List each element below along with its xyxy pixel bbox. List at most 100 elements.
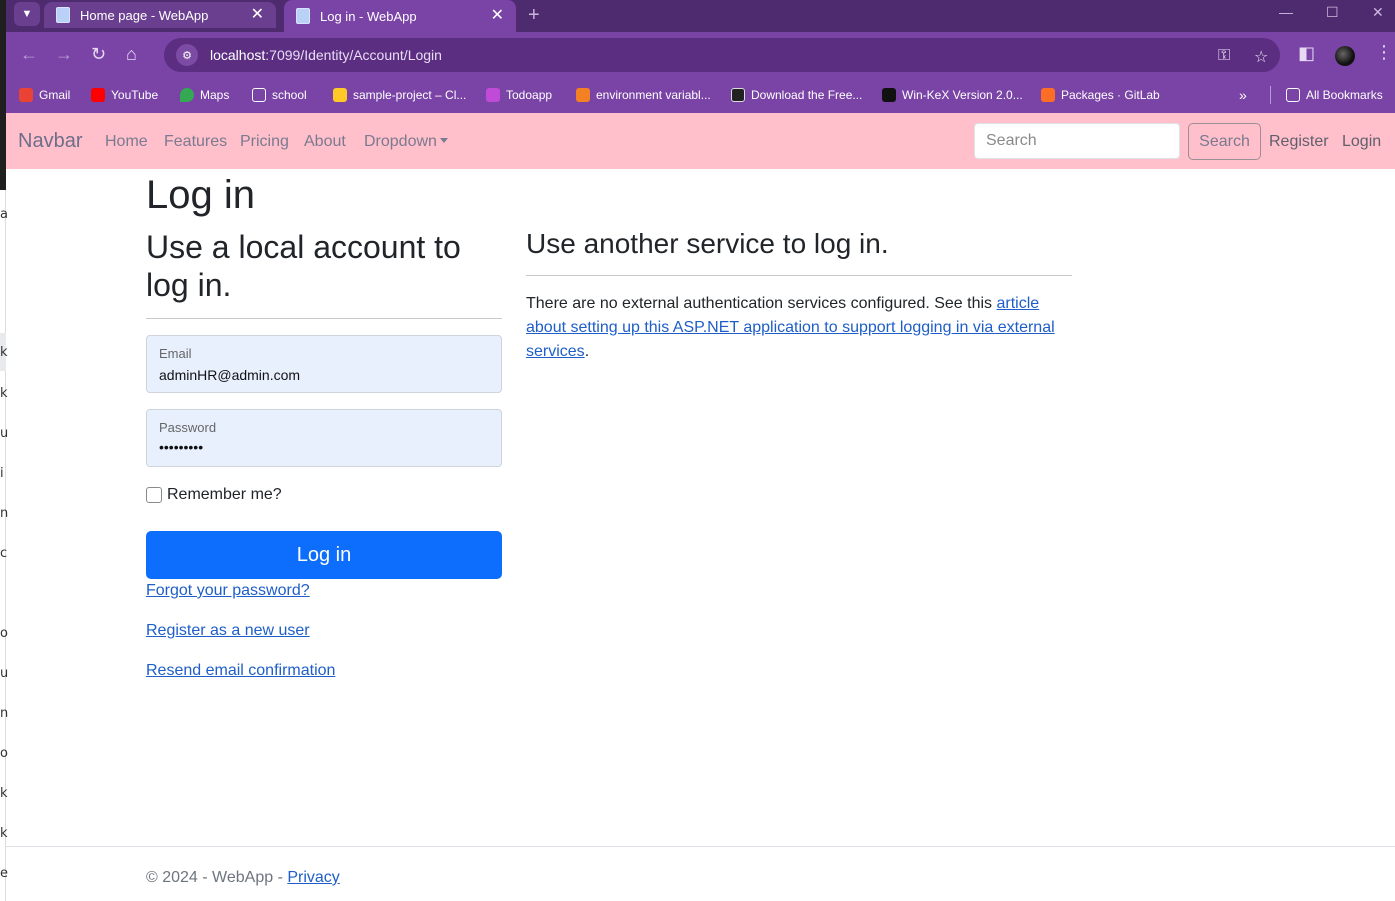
bookmark-stackoverflow[interactable]: environment variabl... bbox=[576, 84, 711, 106]
bookmark-label: environment variabl... bbox=[596, 88, 711, 102]
tab-close-icon[interactable]: ✕ bbox=[251, 7, 264, 23]
external-divider bbox=[526, 275, 1072, 276]
background-window-glyph: a bbox=[0, 207, 8, 222]
footer-text: © 2024 - WebApp - bbox=[146, 869, 288, 886]
privacy-link[interactable]: Privacy bbox=[287, 869, 339, 886]
page-favicon-icon bbox=[56, 7, 70, 23]
bookmark-label: Win-KeX Version 2.0... bbox=[902, 88, 1023, 102]
password-key-icon[interactable]: ⚿ bbox=[1218, 47, 1230, 65]
email-value[interactable]: adminHR@admin.com bbox=[159, 367, 300, 383]
bookmark-label: Todoapp bbox=[506, 88, 553, 102]
bookmark-todoapp[interactable]: Todoapp bbox=[486, 84, 552, 106]
background-window-glyph: o bbox=[0, 626, 8, 641]
bookmark-download[interactable]: Download the Free... bbox=[731, 84, 862, 106]
password-value[interactable]: ••••••••• bbox=[159, 439, 203, 455]
side-panel-icon[interactable]: ◧ bbox=[1298, 43, 1315, 64]
background-window-glyph: n bbox=[0, 506, 9, 521]
background-window-glyph: k bbox=[0, 826, 8, 841]
footer: © 2024 - WebApp - Privacy bbox=[146, 869, 340, 887]
profile-avatar[interactable] bbox=[1335, 46, 1355, 66]
folder-icon bbox=[1286, 88, 1300, 102]
background-window-glyph: i bbox=[0, 466, 4, 481]
tab-search-chevron-icon[interactable]: ▼ bbox=[14, 2, 40, 26]
tab-title: Home page - WebApp bbox=[80, 7, 209, 23]
bookmark-maps[interactable]: Maps bbox=[180, 84, 229, 106]
url-path: :7099/Identity/Account/Login bbox=[265, 47, 442, 63]
maps-icon bbox=[180, 88, 194, 102]
stackoverflow-icon bbox=[576, 88, 590, 102]
browser-tab-home[interactable]: Home page - WebApp ✕ bbox=[44, 2, 276, 28]
tab-title: Log in - WebApp bbox=[320, 8, 417, 24]
external-service-heading: Use another service to log in. bbox=[526, 228, 889, 259]
bookmark-youtube[interactable]: YouTube bbox=[91, 84, 158, 106]
home-icon[interactable]: ⌂ bbox=[126, 44, 137, 65]
background-window-glyph: n bbox=[0, 706, 9, 721]
bookmark-gmail[interactable]: Gmail bbox=[19, 84, 70, 106]
nav-link-pricing[interactable]: Pricing bbox=[240, 133, 289, 151]
background-window-glyph: c bbox=[0, 546, 8, 561]
nav-link-about[interactable]: About bbox=[304, 133, 346, 151]
site-info-icon[interactable]: ⚙ bbox=[176, 44, 198, 66]
folder-icon bbox=[252, 88, 266, 102]
window-close-icon[interactable]: ✕ bbox=[1372, 4, 1384, 21]
search-button[interactable]: Search bbox=[1188, 123, 1261, 160]
bookmarks-overflow-icon[interactable]: » bbox=[1239, 84, 1247, 106]
kali-icon bbox=[882, 88, 896, 102]
all-bookmarks-label: All Bookmarks bbox=[1306, 88, 1383, 102]
reload-icon[interactable]: ↻ bbox=[91, 44, 106, 65]
bookmark-label: Maps bbox=[200, 88, 230, 102]
new-tab-plus-icon[interactable]: + bbox=[528, 4, 540, 27]
login-submit-button[interactable]: Log in bbox=[146, 531, 502, 579]
forgot-password-link[interactable]: Forgot your password? bbox=[146, 582, 310, 600]
youtube-icon bbox=[91, 88, 105, 102]
nav-link-home[interactable]: Home bbox=[105, 133, 148, 151]
eye-icon bbox=[731, 88, 745, 102]
bookmark-firebase[interactable]: sample-project – Cl... bbox=[333, 84, 466, 106]
resend-confirmation-link[interactable]: Resend email confirmation bbox=[146, 662, 335, 680]
bookmark-star-icon[interactable]: ☆ bbox=[1254, 47, 1268, 67]
bookmark-label: Download the Free... bbox=[751, 88, 863, 102]
local-divider bbox=[146, 318, 502, 319]
register-link[interactable]: Register bbox=[1269, 133, 1329, 151]
nav-link-features[interactable]: Features bbox=[164, 133, 227, 151]
forward-arrow-icon[interactable]: → bbox=[55, 44, 73, 65]
gitlab-icon bbox=[1041, 88, 1055, 102]
bookmark-label: Gmail bbox=[39, 88, 71, 102]
more-menu-icon[interactable]: ⋮ bbox=[1375, 42, 1393, 63]
nav-dropdown[interactable]: Dropdown bbox=[364, 133, 448, 151]
search-input[interactable] bbox=[974, 123, 1180, 159]
bookmark-winkex[interactable]: Win-KeX Version 2.0... bbox=[882, 84, 1023, 106]
background-window-glyph: u bbox=[0, 426, 9, 441]
remember-checkbox[interactable] bbox=[146, 487, 162, 503]
bookmark-gitlab[interactable]: Packages · GitLab bbox=[1041, 84, 1160, 106]
url-host: localhost bbox=[210, 47, 266, 63]
all-bookmarks-button[interactable]: All Bookmarks bbox=[1286, 84, 1383, 106]
browser-tab-bar: ▼ Home page - WebApp ✕ Log in - WebApp ✕… bbox=[6, 0, 1395, 32]
remember-me[interactable]: Remember me? bbox=[146, 486, 282, 504]
background-window-glyph: e bbox=[0, 866, 8, 881]
footer-divider bbox=[6, 846, 1395, 847]
external-text: There are no external authentication ser… bbox=[526, 295, 997, 312]
todoapp-icon bbox=[486, 88, 500, 102]
password-field[interactable]: Password ••••••••• bbox=[146, 409, 502, 467]
background-window-edge: a k k u i n c o u n o k k e bbox=[0, 0, 9, 901]
tab-close-icon[interactable]: ✕ bbox=[491, 8, 504, 24]
external-text-end: . bbox=[584, 343, 590, 360]
maximize-icon[interactable]: ☐ bbox=[1326, 4, 1339, 21]
address-bar[interactable]: ⚙ localhost:7099/Identity/Account/Login … bbox=[164, 38, 1280, 72]
navbar-brand[interactable]: Navbar bbox=[18, 130, 82, 153]
back-arrow-icon[interactable]: ← bbox=[20, 44, 38, 65]
remember-label: Remember me? bbox=[167, 486, 282, 503]
register-new-user-link[interactable]: Register as a new user bbox=[146, 622, 310, 640]
minimize-icon[interactable]: — bbox=[1279, 4, 1293, 20]
local-account-heading: Use a local account to log in. bbox=[146, 229, 461, 303]
bookmark-label: YouTube bbox=[111, 88, 159, 102]
bookmarks-divider bbox=[1270, 86, 1271, 104]
bookmark-folder-school[interactable]: school bbox=[252, 84, 307, 106]
web-page: Navbar Home Features Pricing About Dropd… bbox=[6, 113, 1395, 901]
login-link[interactable]: Login bbox=[1342, 133, 1381, 151]
browser-tab-login[interactable]: Log in - WebApp ✕ bbox=[284, 0, 516, 32]
site-navbar: Navbar Home Features Pricing About Dropd… bbox=[6, 113, 1395, 169]
bookmark-label: sample-project – Cl... bbox=[353, 88, 467, 102]
email-field[interactable]: Email adminHR@admin.com bbox=[146, 335, 502, 393]
